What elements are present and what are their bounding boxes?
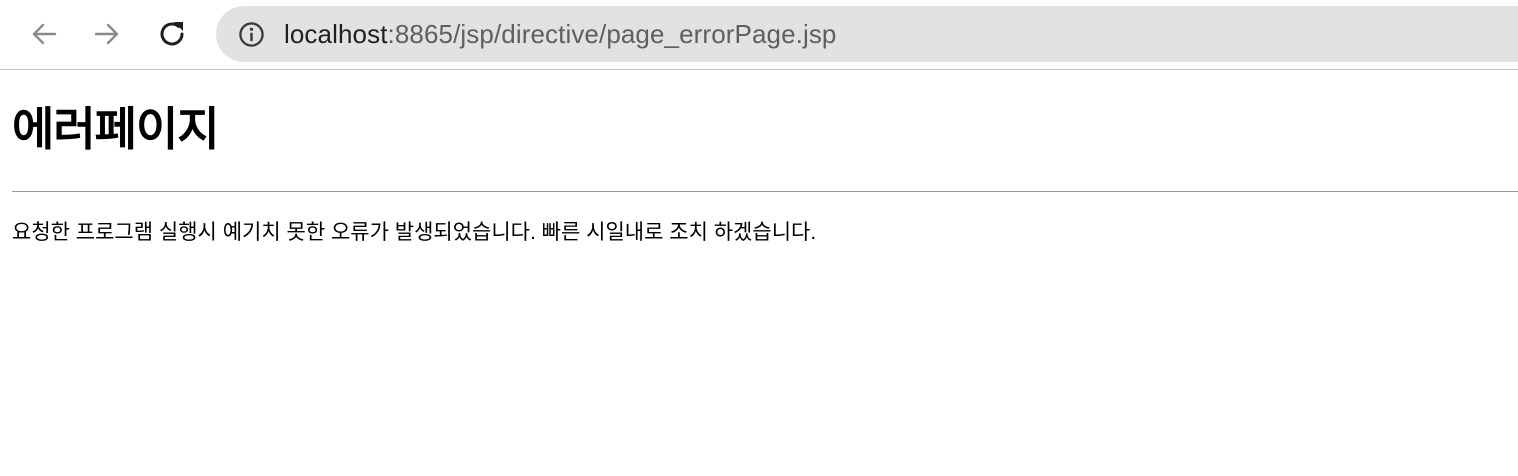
back-button[interactable] (24, 14, 64, 54)
browser-toolbar: localhost:8865/jsp/directive/page_errorP… (0, 0, 1518, 70)
forward-button[interactable] (87, 14, 127, 54)
arrow-right-icon (94, 23, 119, 45)
error-message: 요청한 프로그램 실행시 예기치 못한 오류가 발생되었습니다. 빠른 시일내로… (12, 221, 817, 244)
url-text[interactable]: localhost:8865/jsp/directive/page_errorP… (284, 6, 837, 62)
url-path: :8865/jsp/directive/page_errorPage.jsp (387, 19, 837, 49)
arrow-left-icon (32, 23, 57, 45)
url-host: localhost (284, 19, 388, 49)
address-bar[interactable]: localhost:8865/jsp/directive/page_errorP… (216, 6, 1518, 62)
page-title: 에러페이지 (12, 103, 220, 155)
divider (12, 191, 1518, 192)
reload-icon (160, 22, 184, 46)
reload-button[interactable] (152, 14, 192, 54)
info-icon[interactable] (238, 21, 265, 48)
